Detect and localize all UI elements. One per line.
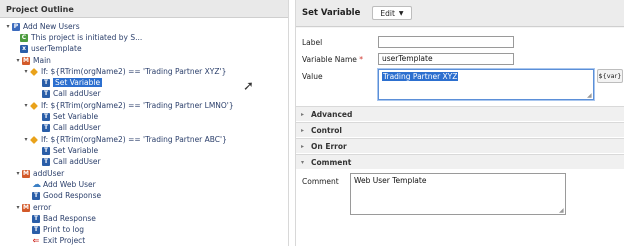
process-icon: M <box>22 169 30 178</box>
tree-node-condition[interactable]: ▾ If: ${RTrim(orgName2) == 'Trading Part… <box>22 66 226 77</box>
chevron-down-icon: ▼ <box>398 9 404 17</box>
collapse-icon[interactable]: ▾ <box>14 57 22 64</box>
task-icon: T <box>32 214 40 223</box>
chevron-right-icon: ▸ <box>301 126 305 134</box>
tree-node-call[interactable]: T Call addUser <box>42 88 101 99</box>
collapse-icon[interactable]: ▾ <box>22 102 30 109</box>
task-icon: T <box>42 146 50 155</box>
task-icon: T <box>42 112 50 121</box>
section-comment[interactable]: ▾ Comment <box>296 154 624 169</box>
tree-node-adduser[interactable]: ▾ M addUser <box>14 168 64 179</box>
comment-textarea[interactable]: Web User Template <box>350 173 566 215</box>
task-icon: T <box>42 157 50 166</box>
cloud-icon: ☁ <box>32 179 41 190</box>
edit-button[interactable]: Edit ▼ <box>372 6 412 20</box>
label-input[interactable] <box>378 36 514 48</box>
tree-node-set-variable-selected[interactable]: T Set Variable <box>42 77 103 88</box>
properties-panel: Set Variable Edit ▼ Label Variable Name … <box>295 0 624 246</box>
tree-node-set-variable[interactable]: T Set Variable <box>42 145 98 156</box>
tree-node-set-variable[interactable]: T Set Variable <box>42 111 98 122</box>
tree-node-condition[interactable]: ▾ If: ${RTrim(orgName2) == 'Trading Part… <box>22 134 226 145</box>
task-icon: T <box>32 225 40 234</box>
tree-node-error[interactable]: ▾ M error <box>14 202 51 213</box>
exit-icon: ⇐ <box>32 235 40 245</box>
chevron-right-icon: ▸ <box>301 110 305 118</box>
tree-node-comment[interactable]: C This project is initiated by S... <box>20 32 142 43</box>
tree-node-call[interactable]: T Call addUser <box>42 122 101 133</box>
insert-variable-button[interactable]: ${var} <box>597 69 623 83</box>
tree-node-call[interactable]: T Call addUser <box>42 156 101 167</box>
task-icon: T <box>42 89 50 98</box>
section-on-error[interactable]: ▸ On Error <box>296 138 624 153</box>
tree-node-exit[interactable]: ⇐ Exit Project <box>32 235 86 246</box>
task-icon: T <box>42 123 50 132</box>
collapse-icon[interactable]: ▾ <box>22 68 30 75</box>
value-selected-text: Trading Partner XYZ <box>382 72 459 81</box>
process-icon: M <box>22 203 30 212</box>
condition-icon <box>30 67 38 76</box>
chevron-right-icon: ▸ <box>301 142 305 150</box>
selected-node-label: Set Variable <box>53 78 103 87</box>
condition-icon <box>30 135 38 144</box>
comment-field-label: Comment <box>302 177 339 186</box>
tree-node-condition[interactable]: ▾ If: ${RTrim(orgName2) == 'Trading Part… <box>22 100 233 111</box>
condition-icon <box>30 101 38 110</box>
outline-title: Project Outline <box>0 0 288 18</box>
required-asterisk: * <box>359 55 364 64</box>
collapse-icon[interactable]: ▾ <box>4 23 12 30</box>
tree-node-print-log[interactable]: T Print to log <box>32 224 84 235</box>
collapse-icon[interactable]: ▾ <box>14 170 22 177</box>
tree-node-variable[interactable]: x userTemplate <box>20 43 82 54</box>
properties-body: Label Variable Name * userTemplate Value… <box>296 28 624 246</box>
comment-icon: C <box>20 33 28 42</box>
mouse-cursor-icon: ➚ <box>243 79 254 94</box>
tree-node-project[interactable]: ▾ P Add New Users <box>4 21 79 32</box>
properties-header: Set Variable Edit ▼ <box>296 0 624 27</box>
collapse-icon[interactable]: ▾ <box>22 136 30 143</box>
resize-handle-icon[interactable]: ◢ <box>587 92 592 99</box>
chevron-down-icon: ▾ <box>301 158 305 166</box>
value-field-label: Value <box>302 72 323 81</box>
value-textarea[interactable]: Trading Partner XYZ <box>378 69 594 100</box>
tree-node-bad-response[interactable]: T Bad Response <box>32 213 96 224</box>
project-icon: P <box>12 22 20 31</box>
label-field-label: Label <box>302 38 323 47</box>
tree-node-main[interactable]: ▾ M Main <box>14 55 50 66</box>
properties-title: Set Variable <box>302 8 361 18</box>
collapse-icon[interactable]: ▾ <box>14 204 22 211</box>
variable-name-input[interactable]: userTemplate <box>378 53 514 65</box>
variable-name-label: Variable Name * <box>302 55 364 64</box>
resize-handle-icon[interactable]: ◢ <box>559 207 564 214</box>
process-icon: M <box>22 56 30 65</box>
section-advanced[interactable]: ▸ Advanced <box>296 106 624 121</box>
task-icon: T <box>32 191 40 200</box>
task-icon: T <box>42 78 50 87</box>
project-outline-panel: Project Outline ▾ P Add New Users C This… <box>0 0 289 246</box>
section-control[interactable]: ▸ Control <box>296 122 624 137</box>
tree-node-web-user[interactable]: ☁ Add Web User <box>32 179 96 190</box>
tree-node-response[interactable]: T Good Response <box>32 190 101 201</box>
variable-icon: x <box>20 44 28 53</box>
